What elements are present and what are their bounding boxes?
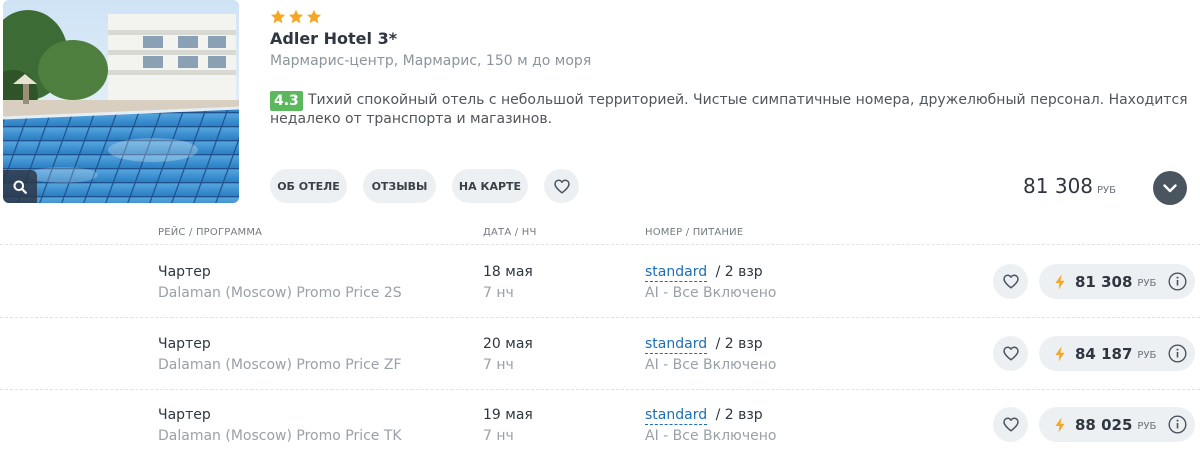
- offer-currency: РУБ: [1137, 349, 1157, 361]
- offer-currency: РУБ: [1137, 420, 1157, 432]
- header-date: ДАТА / НЧ: [483, 227, 537, 238]
- header-flight: РЕЙС / ПРОГРАММА: [158, 227, 263, 238]
- star-icon: [288, 9, 304, 24]
- info-icon[interactable]: [1168, 415, 1187, 434]
- offer-price-button[interactable]: 81 308 РУБ: [1039, 264, 1195, 299]
- reviews-button[interactable]: ОТЗЫВЫ: [363, 169, 436, 203]
- hotel-name[interactable]: Adler Hotel 3*: [270, 29, 397, 48]
- room-type-link[interactable]: standard: [645, 336, 708, 354]
- nights-count: 7 нч: [483, 357, 514, 373]
- flight-type: Чартер: [158, 336, 211, 352]
- hotel-description: Тихий спокойный отель с небольшой террит…: [270, 92, 1188, 127]
- departure-date: 20 мая: [483, 336, 533, 352]
- info-icon[interactable]: [1168, 344, 1187, 363]
- info-icon[interactable]: [1168, 272, 1187, 291]
- offer-row: Чартер Dalaman (Moscow) Promo Price 2S 1…: [0, 245, 1200, 317]
- heart-icon: [1002, 274, 1019, 289]
- meal-plan: AI - Все Включено: [645, 357, 777, 373]
- flight-type: Чартер: [158, 407, 211, 423]
- header-room: НОМЕР / ПИТАНИЕ: [645, 227, 744, 238]
- program-name: Dalaman (Moscow) Promo Price 2S: [158, 285, 402, 301]
- offer-price-button[interactable]: 88 025 РУБ: [1039, 407, 1195, 442]
- nights-count: 7 нч: [483, 428, 514, 444]
- lightning-icon: [1055, 346, 1065, 361]
- chevron-down-icon: [1163, 183, 1177, 192]
- heart-icon: [1002, 417, 1019, 432]
- program-name: Dalaman (Moscow) Promo Price ZF: [158, 357, 402, 373]
- star-icon: [306, 9, 322, 24]
- departure-date: 18 мая: [483, 264, 533, 280]
- heart-icon: [553, 178, 570, 194]
- flight-type: Чартер: [158, 264, 211, 280]
- offer-price-button[interactable]: 84 187 РУБ: [1039, 336, 1195, 371]
- offer-row: Чартер Dalaman (Moscow) Promo Price TK 1…: [0, 388, 1200, 452]
- room-info: standard / 2 взр: [645, 336, 763, 354]
- star-icon: [270, 9, 286, 24]
- heart-icon: [1002, 346, 1019, 361]
- hotel-stars: [270, 9, 322, 27]
- guests-count: / 2 взр: [715, 407, 763, 423]
- on-map-button[interactable]: НА КАРТЕ: [452, 169, 528, 203]
- zoom-button[interactable]: [3, 170, 37, 203]
- offer-row: Чартер Dalaman (Moscow) Promo Price ZF 2…: [0, 317, 1200, 389]
- lightning-icon: [1055, 274, 1065, 289]
- offer-price: 84 187: [1075, 344, 1133, 363]
- program-name: Dalaman (Moscow) Promo Price TK: [158, 428, 402, 444]
- room-type-link[interactable]: standard: [645, 264, 708, 282]
- expand-offers-button[interactable]: [1153, 171, 1187, 205]
- offer-price: 88 025: [1075, 415, 1133, 434]
- hotel-location: Мармарис-центр, Мармарис, 150 м до моря: [270, 53, 592, 69]
- meal-plan: AI - Все Включено: [645, 285, 777, 301]
- offer-favorite-button[interactable]: [993, 336, 1028, 371]
- offers-table-header: РЕЙС / ПРОГРАММА ДАТА / НЧ НОМЕР / ПИТАН…: [0, 226, 1200, 244]
- nights-count: 7 нч: [483, 285, 514, 301]
- price-currency: РУБ: [1097, 185, 1116, 196]
- room-type-link[interactable]: standard: [645, 407, 708, 425]
- about-hotel-button[interactable]: ОБ ОТЕЛЕ: [270, 169, 347, 203]
- rating-badge: 4.3: [270, 91, 303, 111]
- meal-plan: AI - Все Включено: [645, 428, 777, 444]
- room-info: standard / 2 взр: [645, 407, 763, 425]
- offer-currency: РУБ: [1137, 277, 1157, 289]
- offer-favorite-button[interactable]: [993, 264, 1028, 299]
- hotel-favorite-button[interactable]: [544, 169, 579, 203]
- offer-favorite-button[interactable]: [993, 407, 1028, 442]
- guests-count: / 2 взр: [715, 264, 763, 280]
- price-amount: 81 308: [1023, 174, 1094, 198]
- magnifier-icon: [13, 180, 27, 194]
- guests-count: / 2 взр: [715, 336, 763, 352]
- lightning-icon: [1055, 417, 1065, 432]
- departure-date: 19 мая: [483, 407, 533, 423]
- offer-price: 81 308: [1075, 272, 1133, 291]
- hotel-min-price: 81 308 РУБ: [1023, 174, 1116, 198]
- hotel-photo[interactable]: [3, 0, 239, 203]
- room-info: standard / 2 взр: [645, 264, 763, 282]
